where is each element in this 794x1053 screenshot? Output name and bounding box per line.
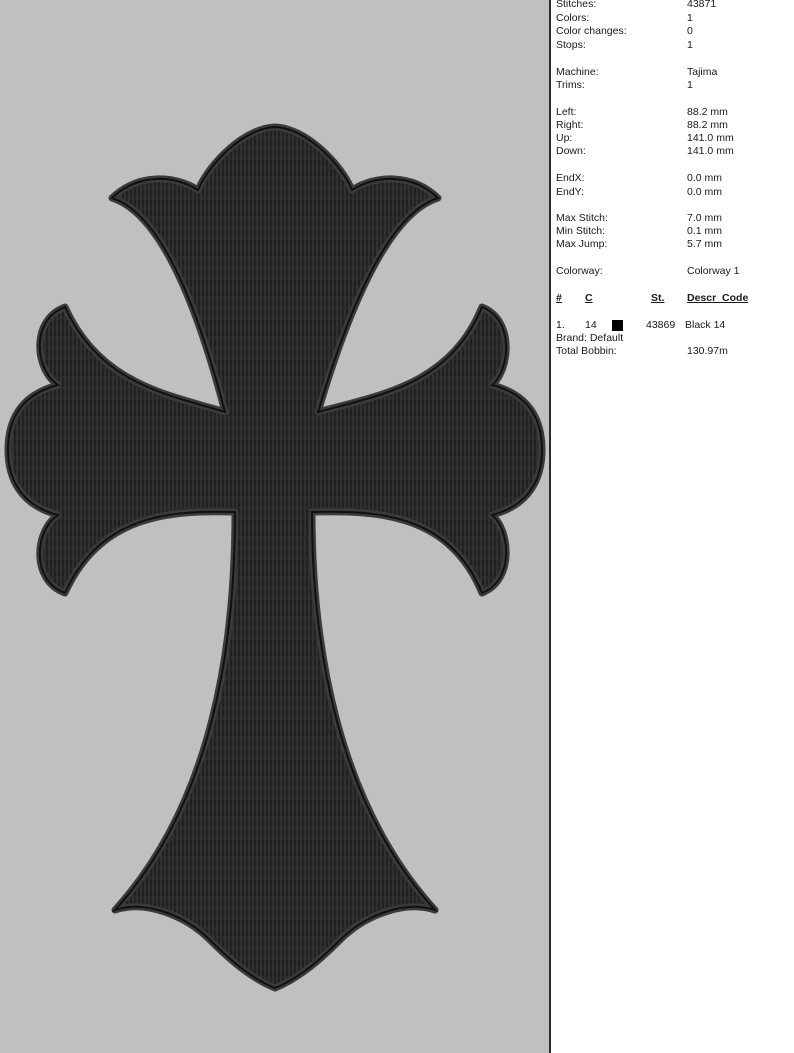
down-label: Down: [556,145,586,157]
machine-label: Machine: [556,66,599,78]
color-row-code: 14 [585,319,597,331]
stitches-value: 43871 [687,0,717,10]
left-label: Left: [556,106,577,118]
color-row-stitches: 43869 [646,319,676,331]
left-value: 88.2 mm [687,106,728,118]
machine-value: Tajima [687,66,718,78]
colorway-label: Colorway: [556,265,603,277]
total-bobbin-label: Total Bobbin: [556,345,617,357]
color-row-descr: Black 14 [685,319,726,331]
endy-value: 0.0 mm [687,186,723,198]
colors-label: Colors: [556,12,590,24]
design-preview-canvas[interactable] [0,0,549,1053]
stops-label: Stops: [556,39,586,51]
total-bobbin-value: 130.97m [687,345,728,357]
gothic-cross-icon [4,123,546,992]
brand-text: Brand: Default [556,332,624,344]
max-stitch-value: 7.0 mm [687,212,723,224]
thread-color-swatch [612,320,623,331]
max-jump-value: 5.7 mm [687,238,723,250]
endx-value: 0.0 mm [687,172,723,184]
design-info-panel: Stitches: 43871 Colors: 1 Color changes:… [551,0,794,1053]
max-jump-label: Max Jump: [556,238,608,250]
table-header-color: C [585,292,593,304]
right-value: 88.2 mm [687,119,728,131]
max-stitch-label: Max Stitch: [556,212,608,224]
color-changes-value: 0 [687,25,693,37]
trims-label: Trims: [556,79,585,91]
endx-label: EndX: [556,172,585,184]
table-header-descr: Descr_Code [687,292,749,304]
table-header-stitches: St. [651,292,665,304]
up-label: Up: [556,132,573,144]
table-header-num: # [556,292,562,304]
min-stitch-label: Min Stitch: [556,225,606,237]
endy-label: EndY: [556,186,585,198]
stitches-label: Stitches: [556,0,597,10]
color-row-num: 1. [556,319,565,331]
color-changes-label: Color changes: [556,25,627,37]
stops-value: 1 [687,39,693,51]
colorway-value: Colorway 1 [687,265,740,277]
right-label: Right: [556,119,584,131]
colors-value: 1 [687,12,693,24]
down-value: 141.0 mm [687,145,734,157]
trims-value: 1 [687,79,693,91]
up-value: 141.0 mm [687,132,734,144]
min-stitch-value: 0.1 mm [687,225,723,237]
